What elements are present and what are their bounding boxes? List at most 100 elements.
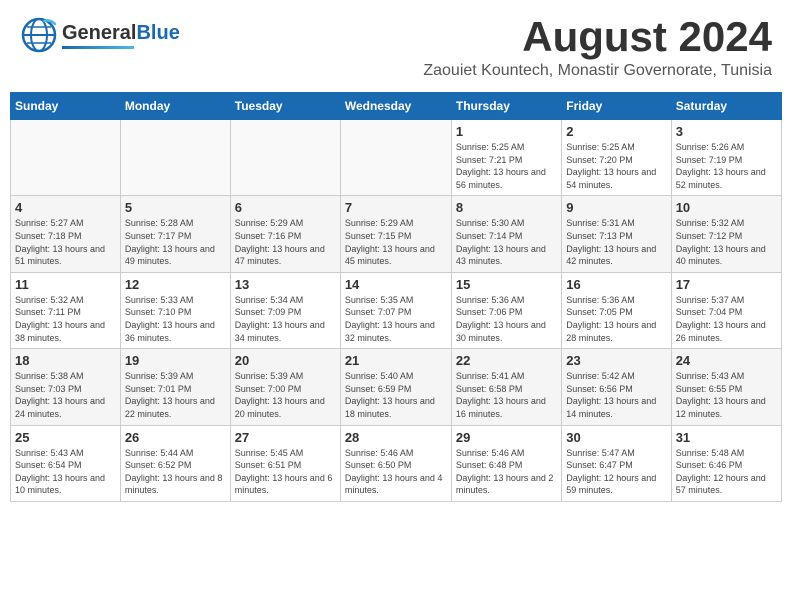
calendar-cell: 5 Sunrise: 5:28 AM Sunset: 7:17 PM Daylig… bbox=[120, 196, 230, 272]
calendar-cell: 26 Sunrise: 5:44 AM Sunset: 6:52 PM Dayli… bbox=[120, 425, 230, 501]
calendar-cell: 17 Sunrise: 5:37 AM Sunset: 7:04 PM Dayli… bbox=[671, 272, 781, 348]
calendar-cell: 19Sunrise: 5:39 AM Sunset: 7:01 PM Dayli… bbox=[120, 349, 230, 425]
day-number: 21 bbox=[345, 353, 447, 368]
calendar-cell: 9 Sunrise: 5:31 AM Sunset: 7:13 PM Daylig… bbox=[562, 196, 671, 272]
day-number: 17 bbox=[676, 277, 777, 292]
day-number: 11 bbox=[15, 277, 116, 292]
calendar-cell: 8 Sunrise: 5:30 AM Sunset: 7:14 PM Daylig… bbox=[451, 196, 561, 272]
day-number: 26 bbox=[125, 430, 226, 445]
calendar-cell: 21 Sunrise: 5:40 AM Sunset: 6:59 PM Dayli… bbox=[340, 349, 451, 425]
day-info: Sunrise: 5:33 AM Sunset: 7:10 PM Dayligh… bbox=[125, 294, 226, 344]
calendar-week-row: 4Sunrise: 5:27 AM Sunset: 7:18 PM Daylig… bbox=[11, 196, 782, 272]
day-info: Sunrise: 5:43 AM Sunset: 6:54 PM Dayligh… bbox=[15, 447, 116, 497]
calendar-cell bbox=[230, 120, 340, 196]
calendar-week-row: 25 Sunrise: 5:43 AM Sunset: 6:54 PM Dayli… bbox=[11, 425, 782, 501]
day-number: 14 bbox=[345, 277, 447, 292]
day-info: Sunrise: 5:30 AM Sunset: 7:14 PM Dayligh… bbox=[456, 217, 557, 267]
day-number: 20 bbox=[235, 353, 336, 368]
title-section: August 2024 Zaouiet Kountech, Monastir G… bbox=[423, 16, 772, 80]
calendar-cell: 31 Sunrise: 5:48 AM Sunset: 6:46 PM Dayli… bbox=[671, 425, 781, 501]
header-friday: Friday bbox=[562, 93, 671, 120]
day-info: Sunrise: 5:25 AM Sunset: 7:20 PM Dayligh… bbox=[566, 141, 666, 191]
calendar-cell: 4Sunrise: 5:27 AM Sunset: 7:18 PM Daylig… bbox=[11, 196, 121, 272]
calendar-cell: 1Sunrise: 5:25 AM Sunset: 7:21 PM Daylig… bbox=[451, 120, 561, 196]
page-header: GeneralBlue August 2024 Zaouiet Kountech… bbox=[0, 0, 792, 84]
calendar-cell: 10Sunrise: 5:32 AM Sunset: 7:12 PM Dayli… bbox=[671, 196, 781, 272]
day-number: 15 bbox=[456, 277, 557, 292]
header-saturday: Saturday bbox=[671, 93, 781, 120]
day-number: 4 bbox=[15, 200, 116, 215]
logo-blue: Blue bbox=[136, 22, 179, 44]
calendar-cell: 25 Sunrise: 5:43 AM Sunset: 6:54 PM Dayli… bbox=[11, 425, 121, 501]
day-number: 22 bbox=[456, 353, 557, 368]
calendar-cell: 28 Sunrise: 5:46 AM Sunset: 6:50 PM Dayli… bbox=[340, 425, 451, 501]
day-number: 18 bbox=[15, 353, 116, 368]
day-number: 31 bbox=[676, 430, 777, 445]
day-info: Sunrise: 5:31 AM Sunset: 7:13 PM Dayligh… bbox=[566, 217, 666, 267]
calendar-table: SundayMondayTuesdayWednesdayThursdayFrid… bbox=[10, 92, 782, 502]
day-info: Sunrise: 5:38 AM Sunset: 7:03 PM Dayligh… bbox=[15, 370, 116, 420]
calendar-cell bbox=[120, 120, 230, 196]
header-thursday: Thursday bbox=[451, 93, 561, 120]
calendar-cell: 22 Sunrise: 5:41 AM Sunset: 6:58 PM Dayli… bbox=[451, 349, 561, 425]
calendar-cell: 7Sunrise: 5:29 AM Sunset: 7:15 PM Daylig… bbox=[340, 196, 451, 272]
calendar-cell: 18 Sunrise: 5:38 AM Sunset: 7:03 PM Dayli… bbox=[11, 349, 121, 425]
logo: GeneralBlue bbox=[20, 16, 180, 54]
day-number: 19 bbox=[125, 353, 226, 368]
calendar-cell: 29 Sunrise: 5:46 AM Sunset: 6:48 PM Dayli… bbox=[451, 425, 561, 501]
calendar-week-row: 18 Sunrise: 5:38 AM Sunset: 7:03 PM Dayli… bbox=[11, 349, 782, 425]
calendar-cell: 20 Sunrise: 5:39 AM Sunset: 7:00 PM Dayli… bbox=[230, 349, 340, 425]
calendar-cell: 15 Sunrise: 5:36 AM Sunset: 7:06 PM Dayli… bbox=[451, 272, 561, 348]
day-info: Sunrise: 5:32 AM Sunset: 7:11 PM Dayligh… bbox=[15, 294, 116, 344]
day-info: Sunrise: 5:44 AM Sunset: 6:52 PM Dayligh… bbox=[125, 447, 226, 497]
header-wednesday: Wednesday bbox=[340, 93, 451, 120]
day-info: Sunrise: 5:34 AM Sunset: 7:09 PM Dayligh… bbox=[235, 294, 336, 344]
day-number: 27 bbox=[235, 430, 336, 445]
day-info: Sunrise: 5:29 AM Sunset: 7:15 PM Dayligh… bbox=[345, 217, 447, 267]
day-info: Sunrise: 5:41 AM Sunset: 6:58 PM Dayligh… bbox=[456, 370, 557, 420]
calendar-cell: 2Sunrise: 5:25 AM Sunset: 7:20 PM Daylig… bbox=[562, 120, 671, 196]
day-number: 1 bbox=[456, 124, 557, 139]
day-info: Sunrise: 5:36 AM Sunset: 7:06 PM Dayligh… bbox=[456, 294, 557, 344]
day-info: Sunrise: 5:48 AM Sunset: 6:46 PM Dayligh… bbox=[676, 447, 777, 497]
header-monday: Monday bbox=[120, 93, 230, 120]
day-number: 28 bbox=[345, 430, 447, 445]
day-info: Sunrise: 5:45 AM Sunset: 6:51 PM Dayligh… bbox=[235, 447, 336, 497]
day-number: 25 bbox=[15, 430, 116, 445]
day-info: Sunrise: 5:32 AM Sunset: 7:12 PM Dayligh… bbox=[676, 217, 777, 267]
day-info: Sunrise: 5:39 AM Sunset: 7:00 PM Dayligh… bbox=[235, 370, 336, 420]
day-number: 13 bbox=[235, 277, 336, 292]
day-number: 30 bbox=[566, 430, 666, 445]
month-year-title: August 2024 bbox=[423, 16, 772, 58]
day-info: Sunrise: 5:35 AM Sunset: 7:07 PM Dayligh… bbox=[345, 294, 447, 344]
day-number: 24 bbox=[676, 353, 777, 368]
header-tuesday: Tuesday bbox=[230, 93, 340, 120]
calendar-cell: 6 Sunrise: 5:29 AM Sunset: 7:16 PM Daylig… bbox=[230, 196, 340, 272]
day-number: 8 bbox=[456, 200, 557, 215]
calendar-cell: 13 Sunrise: 5:34 AM Sunset: 7:09 PM Dayli… bbox=[230, 272, 340, 348]
day-info: Sunrise: 5:29 AM Sunset: 7:16 PM Dayligh… bbox=[235, 217, 336, 267]
calendar-week-row: 11 Sunrise: 5:32 AM Sunset: 7:11 PM Dayli… bbox=[11, 272, 782, 348]
day-info: Sunrise: 5:28 AM Sunset: 7:17 PM Dayligh… bbox=[125, 217, 226, 267]
calendar-cell bbox=[11, 120, 121, 196]
day-info: Sunrise: 5:36 AM Sunset: 7:05 PM Dayligh… bbox=[566, 294, 666, 344]
calendar-cell: 3Sunrise: 5:26 AM Sunset: 7:19 PM Daylig… bbox=[671, 120, 781, 196]
day-info: Sunrise: 5:37 AM Sunset: 7:04 PM Dayligh… bbox=[676, 294, 777, 344]
logo-general: General bbox=[62, 22, 136, 44]
day-number: 5 bbox=[125, 200, 226, 215]
calendar-cell: 16 Sunrise: 5:36 AM Sunset: 7:05 PM Dayli… bbox=[562, 272, 671, 348]
day-number: 16 bbox=[566, 277, 666, 292]
day-number: 6 bbox=[235, 200, 336, 215]
day-number: 29 bbox=[456, 430, 557, 445]
calendar-week-row: 1Sunrise: 5:25 AM Sunset: 7:21 PM Daylig… bbox=[11, 120, 782, 196]
day-number: 23 bbox=[566, 353, 666, 368]
day-info: Sunrise: 5:47 AM Sunset: 6:47 PM Dayligh… bbox=[566, 447, 666, 497]
header-sunday: Sunday bbox=[11, 93, 121, 120]
day-number: 9 bbox=[566, 200, 666, 215]
day-info: Sunrise: 5:42 AM Sunset: 6:56 PM Dayligh… bbox=[566, 370, 666, 420]
globe-icon bbox=[20, 16, 58, 54]
calendar-cell: 12Sunrise: 5:33 AM Sunset: 7:10 PM Dayli… bbox=[120, 272, 230, 348]
day-info: Sunrise: 5:46 AM Sunset: 6:50 PM Dayligh… bbox=[345, 447, 447, 497]
day-info: Sunrise: 5:46 AM Sunset: 6:48 PM Dayligh… bbox=[456, 447, 557, 497]
day-info: Sunrise: 5:40 AM Sunset: 6:59 PM Dayligh… bbox=[345, 370, 447, 420]
